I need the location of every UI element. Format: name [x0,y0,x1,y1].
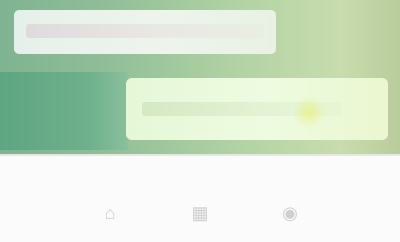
grid-icon: ▦ [191,202,209,223]
bottom-nav-item-profile[interactable]: ◉ [268,198,312,228]
profile-icon: ◉ [282,202,298,223]
left-color-band [0,72,128,150]
promo-panel[interactable] [126,78,388,140]
header-title [26,24,264,38]
header-card [14,10,276,54]
home-icon: ⌂ [104,202,116,223]
panel-accent-icon [292,96,326,128]
bottom-nav-item-grid[interactable]: ▦ [178,198,222,228]
bottom-nav-item-home[interactable]: ⌂ [88,198,132,228]
